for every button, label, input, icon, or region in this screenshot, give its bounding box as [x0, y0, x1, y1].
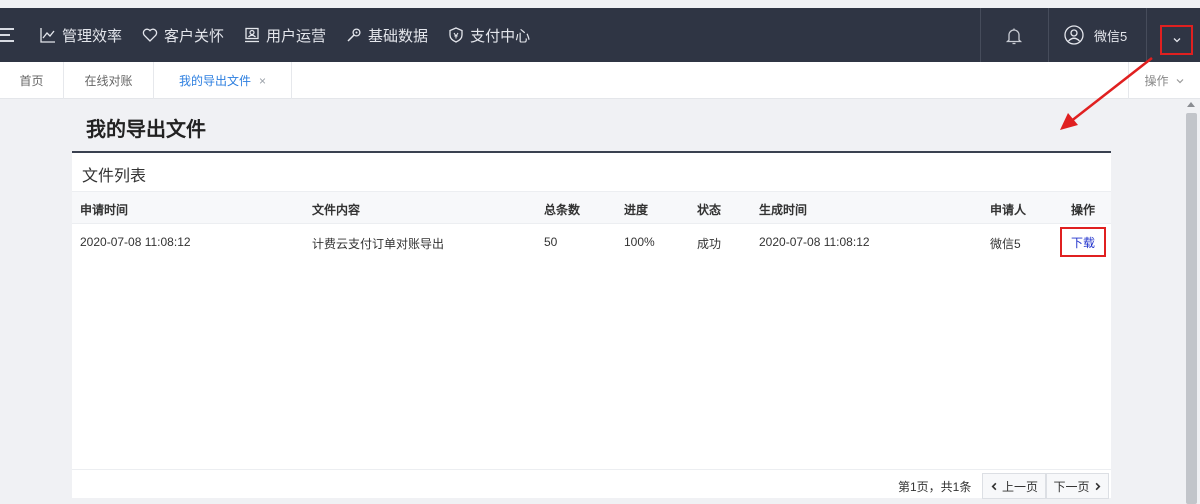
page-title: 我的导出文件 [86, 119, 206, 141]
column-header: 总条数 [544, 203, 581, 217]
main-nav: 管理效率 客户关怀 用户运营 基础数据 支付中心 [40, 8, 550, 62]
page-info: 第1页，共1条 [898, 480, 972, 494]
cell-generated-time: 2020-07-08 11:08:12 [759, 235, 870, 249]
wrench-icon [347, 28, 361, 42]
bell-icon[interactable] [1004, 26, 1024, 46]
chart-line-icon [40, 28, 55, 43]
cell-file-content: 计费云支付订单对账导出 [312, 237, 445, 251]
nav-label: 客户关怀 [164, 27, 225, 45]
column-header: 申请人 [990, 203, 1027, 217]
tab-label: 首页 [19, 74, 44, 88]
download-label: 下载 [1070, 235, 1095, 250]
card-title: 文件列表 [82, 168, 147, 185]
column-header: 操作 [1071, 203, 1096, 217]
column-header: 生成时间 [759, 203, 808, 217]
navbar-divider [980, 8, 981, 62]
nav-item-customer-care[interactable]: 客户关怀 [142, 25, 224, 46]
tab-bar: 首页 在线对账 我的导出文件 × 操作 [0, 62, 1200, 99]
next-page-button[interactable]: 下一页 [1046, 473, 1109, 499]
column-header: 进度 [624, 203, 649, 217]
cell-progress: 100% [624, 235, 655, 249]
nav-item-user-ops[interactable]: 用户运营 [244, 25, 326, 46]
shield-icon [449, 27, 463, 43]
nav-label: 用户运营 [266, 27, 327, 45]
close-icon[interactable]: × [259, 74, 266, 88]
nav-label: 管理效率 [62, 27, 123, 45]
cell-apply-time: 2020-07-08 11:08:12 [80, 235, 191, 249]
next-page-label: 下一页 [1053, 479, 1090, 494]
tab-online-reconcile[interactable]: 在线对账 [64, 62, 154, 99]
nav-label: 基础数据 [368, 27, 429, 45]
download-link[interactable]: 下载 [1060, 227, 1106, 257]
file-list-card: 文件列表 申请时间 文件内容 总条数 进度 状态 生成时间 申请人 操作 202… [72, 151, 1111, 500]
chevron-down-icon [1173, 38, 1180, 43]
cell-applicant: 微信5 [990, 237, 1021, 251]
tab-label: 在线对账 [84, 74, 133, 88]
cell-total-count: 50 [544, 235, 558, 249]
navbar-divider [1048, 8, 1049, 62]
user-badge-icon [245, 27, 260, 43]
tab-home[interactable]: 首页 [0, 62, 64, 99]
column-header: 状态 [697, 203, 722, 217]
nav-item-efficiency[interactable]: 管理效率 [40, 25, 122, 46]
chevron-right-icon [1095, 482, 1100, 490]
cell-status: 成功 [697, 237, 722, 251]
tab-operations-menu[interactable]: 操作 [1128, 62, 1200, 99]
top-strip [0, 0, 1200, 8]
menu-toggle-icon[interactable] [0, 26, 16, 44]
chevron-left-icon [991, 482, 997, 490]
nav-item-base-data[interactable]: 基础数据 [346, 25, 428, 46]
nav-item-payment-center[interactable]: 支付中心 [448, 25, 530, 46]
user-dropdown-button[interactable] [1160, 25, 1193, 55]
user-menu[interactable]: 微信5 [1064, 8, 1127, 62]
table-row: 2020-07-08 11:08:12 计费云支付订单对账导出 50 100% … [72, 224, 1111, 260]
scrollbar-thumb[interactable] [1186, 113, 1197, 504]
scroll-up-arrow-icon[interactable] [1187, 102, 1195, 107]
heart-icon [142, 28, 158, 42]
column-header: 文件内容 [312, 203, 361, 217]
pagination: 第1页，共1条 上一页 下一页 [72, 469, 1111, 500]
top-navbar: 管理效率 客户关怀 用户运营 基础数据 支付中心 微信5 [0, 8, 1200, 62]
chevron-down-icon [1176, 78, 1183, 83]
prev-page-label: 上一页 [1001, 479, 1038, 494]
tab-my-exports[interactable]: 我的导出文件 × [154, 62, 292, 99]
navbar-divider [1146, 8, 1147, 62]
prev-page-button[interactable]: 上一页 [982, 473, 1046, 499]
tab-label: 我的导出文件 [178, 74, 251, 88]
nav-label: 支付中心 [470, 27, 531, 45]
column-header: 申请时间 [80, 203, 129, 217]
user-avatar-icon [1064, 25, 1084, 45]
table-header: 申请时间 文件内容 总条数 进度 状态 生成时间 申请人 操作 [72, 191, 1111, 224]
user-name: 微信5 [1094, 28, 1128, 44]
tab-ops-label: 操作 [1144, 74, 1169, 88]
